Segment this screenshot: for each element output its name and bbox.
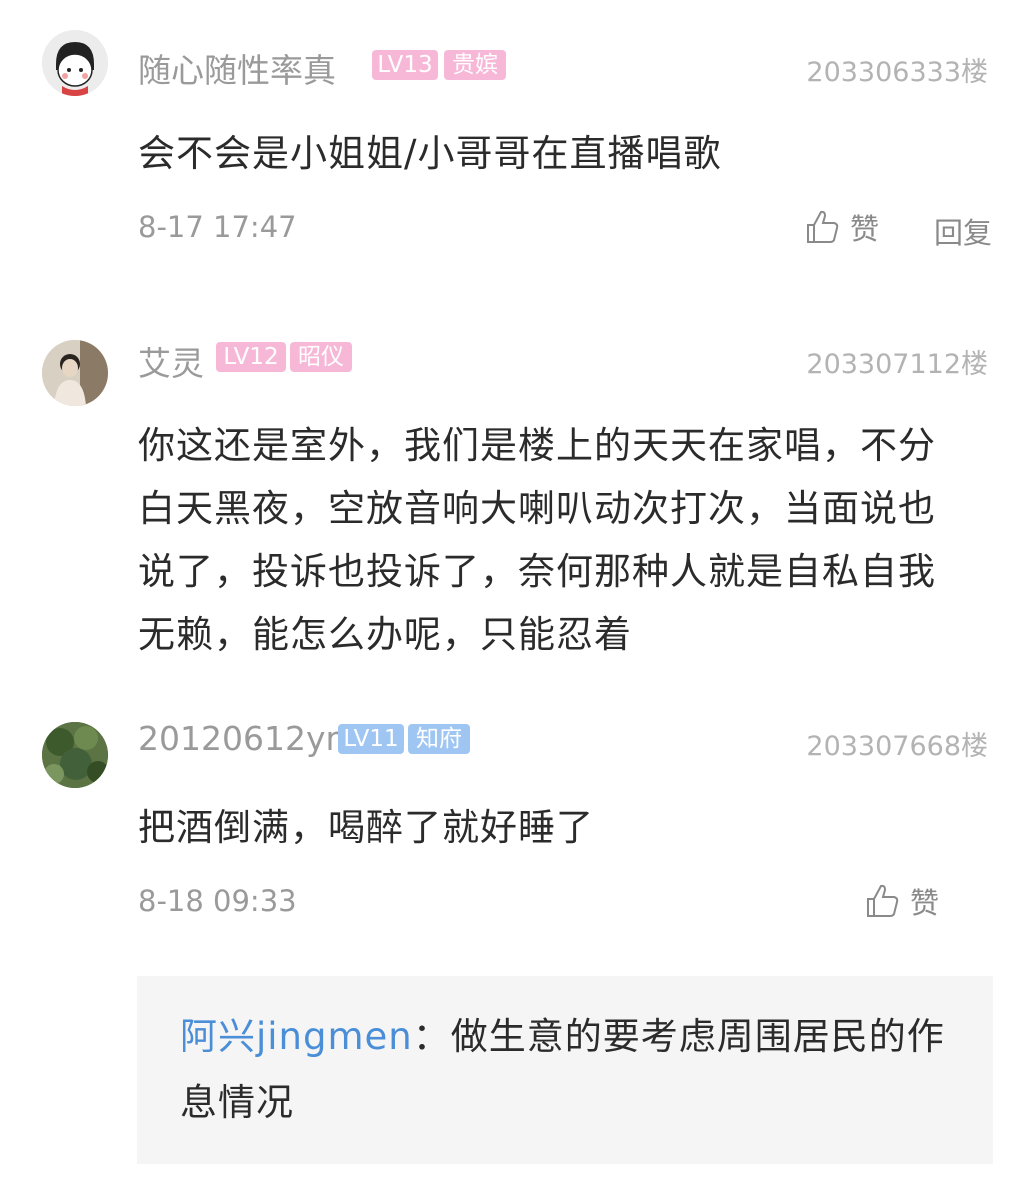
comment-time: 8-18 09:33 xyxy=(138,884,297,918)
like-label: 赞 xyxy=(910,886,940,920)
thumbs-up-icon xyxy=(867,884,899,917)
reply-separator: ： xyxy=(412,1015,451,1058)
like-button[interactable]: 赞 xyxy=(804,206,879,248)
reply-button[interactable]: 回复 xyxy=(934,210,992,252)
sub-reply-box[interactable]: 阿兴jingmen：做生意的要考虑周围居民的作息情况 xyxy=(137,976,993,1164)
photo-avatar-icon xyxy=(42,340,108,406)
level-badge: LV11 xyxy=(338,724,404,754)
title-badge: 知府 xyxy=(408,724,470,754)
floor-number: 203307668楼 xyxy=(806,731,988,762)
like-label: 赞 xyxy=(850,212,880,246)
like-button[interactable]: 赞 xyxy=(864,880,939,922)
level-badge: LV12 xyxy=(216,342,286,372)
floor-number: 203307112楼 xyxy=(806,349,988,380)
title-badge: 昭仪 xyxy=(290,342,352,372)
reply-label: 回复 xyxy=(934,216,993,250)
thumbs-up-icon xyxy=(807,210,839,243)
level-badge: LV13 xyxy=(372,50,438,80)
avatar[interactable] xyxy=(42,722,108,788)
title-badge: 贵嫔 xyxy=(444,50,506,80)
comment-content: 你这还是室外，我们是楼上的天天在家唱，不分白天黑夜，空放音响大喇叭动次打次，当面… xyxy=(138,424,936,656)
photo-avatar-icon xyxy=(42,722,108,788)
sub-reply-text: 阿兴jingmen：做生意的要考虑周围居民的作息情况 xyxy=(180,1004,960,1136)
avatar[interactable] xyxy=(42,340,108,406)
comment-time: 8-17 17:47 xyxy=(138,210,297,244)
username[interactable]: 艾灵 xyxy=(138,337,204,385)
comment-content: 把酒倒满，喝醉了就好睡了 xyxy=(138,806,594,849)
comment-content: 会不会是小姐姐/小哥哥在直播唱歌 xyxy=(138,132,722,175)
floor-number: 203306333楼 xyxy=(806,57,988,88)
username[interactable]: 20120612ym xyxy=(138,719,358,758)
cartoon-avatar-icon xyxy=(42,30,108,96)
reply-username[interactable]: 阿兴jingmen xyxy=(180,1015,413,1058)
username[interactable]: 随心随性率真 xyxy=(138,44,336,92)
avatar[interactable] xyxy=(42,30,108,96)
